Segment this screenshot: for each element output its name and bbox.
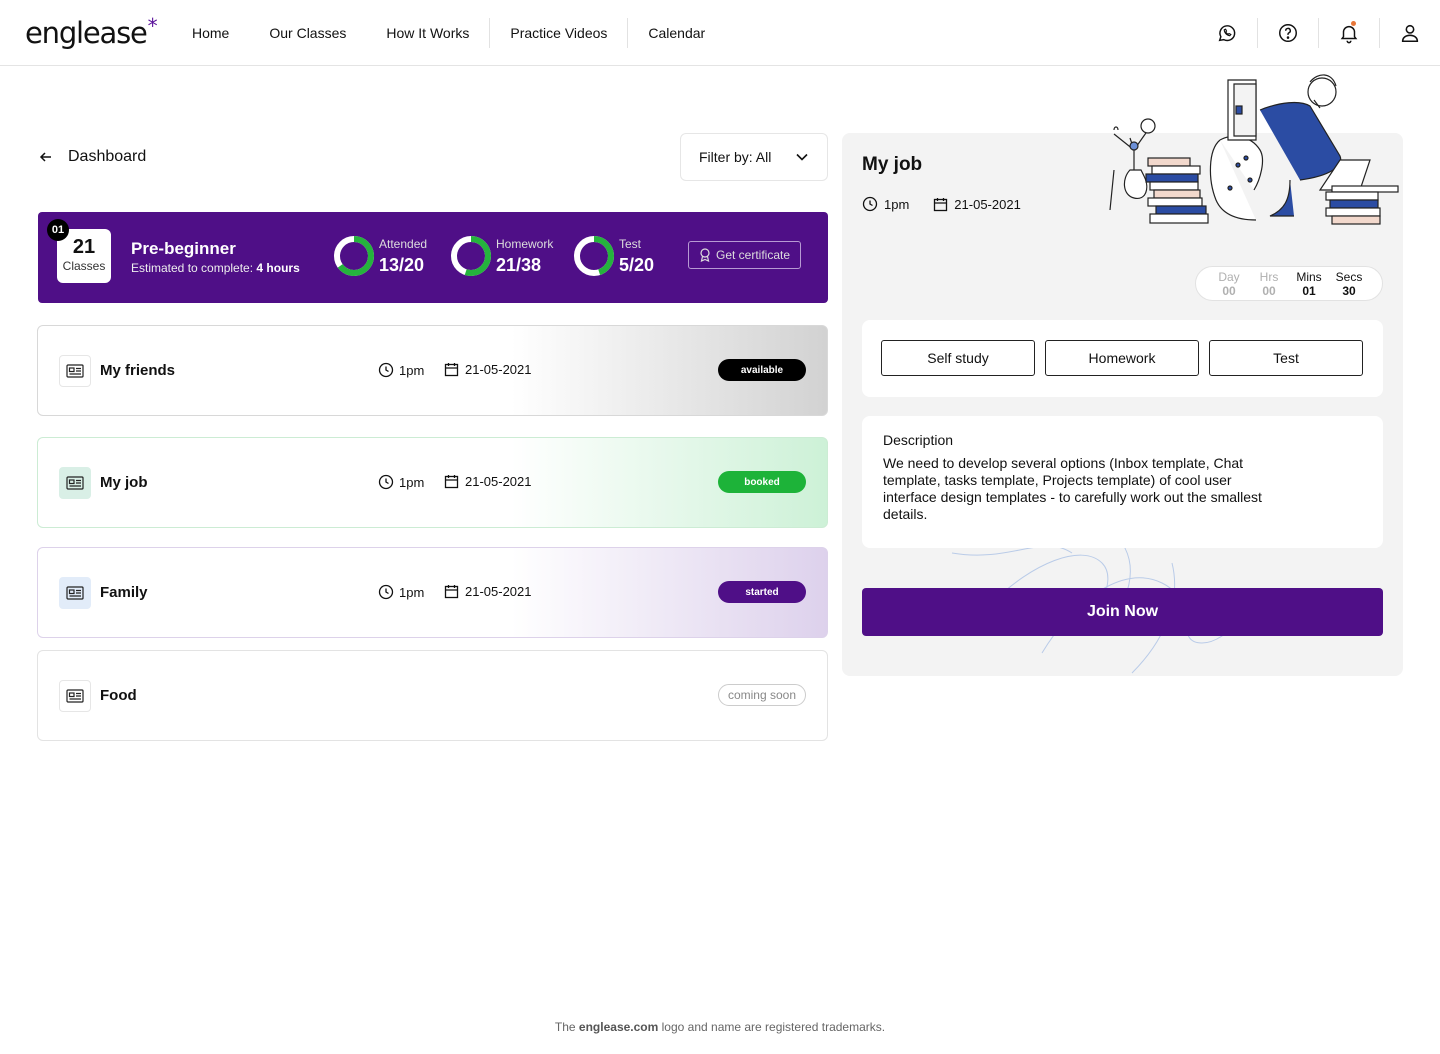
- nav-calendar[interactable]: Calendar: [628, 19, 725, 47]
- status-badge: booked: [718, 471, 806, 493]
- nav-how-it-works[interactable]: How It Works: [366, 19, 489, 47]
- calendar-icon: [934, 197, 948, 211]
- footer-trademark: The englease.com logo and name are regis…: [554, 1020, 886, 1034]
- lesson-row-my-job[interactable]: My job 1pm 21-05-2021 booked: [37, 437, 828, 528]
- activity-tabs: Self study Homework Test: [862, 320, 1383, 397]
- top-navbar: englease* Home Our Classes How It Works …: [0, 0, 1440, 66]
- class-count-label: Classes: [62, 259, 106, 273]
- help-icon[interactable]: [1258, 17, 1318, 49]
- nav-practice-videos[interactable]: Practice Videos: [490, 19, 627, 47]
- status-badge: started: [718, 581, 806, 603]
- description-title: Description: [883, 432, 954, 448]
- clock-icon: [378, 474, 394, 490]
- lesson-row-food[interactable]: Food coming soon: [37, 650, 828, 741]
- status-badge: coming soon: [718, 684, 806, 706]
- main-nav: Home Our Classes How It Works Practice V…: [172, 0, 725, 66]
- lesson-card-icon: [59, 467, 91, 499]
- class-count: 21: [72, 236, 96, 258]
- status-badge: available: [718, 359, 806, 381]
- user-icon[interactable]: [1380, 17, 1440, 49]
- countdown-timer: Day 00 Hrs 00 Mins 01 Secs 30: [1195, 266, 1383, 301]
- course-summary-card: 21 Classes Pre-beginner Estimated to com…: [38, 212, 828, 303]
- detail-date: 21-05-2021: [954, 196, 1021, 212]
- countdown-minutes: Mins 01: [1296, 269, 1322, 298]
- header-actions: [1197, 0, 1440, 66]
- lesson-date: 21-05-2021: [444, 584, 532, 599]
- page-title: Dashboard: [68, 148, 147, 165]
- clock-icon: [862, 196, 878, 212]
- lesson-row-family[interactable]: Family 1pm 21-05-2021 started: [37, 547, 828, 638]
- course-estimate: Estimated to complete: 4 hours: [131, 261, 300, 275]
- notification-dot: [1351, 21, 1356, 26]
- countdown-seconds: Secs 30: [1335, 269, 1363, 298]
- course-number-badge: 01: [47, 219, 69, 241]
- description-card: Description We need to develop several o…: [862, 416, 1383, 548]
- get-certificate-button[interactable]: Get certificate: [688, 241, 801, 269]
- stat-value: 5/20: [619, 255, 655, 275]
- reading-woman-illustration: [1109, 74, 1399, 225]
- award-icon: [700, 248, 710, 262]
- detail-meta: 1pm 21-05-2021: [862, 196, 1021, 212]
- chevron-down-icon: [796, 153, 808, 161]
- nav-our-classes[interactable]: Our Classes: [249, 19, 366, 47]
- calendar-icon: [444, 585, 459, 599]
- filter-label: Filter by: All: [699, 149, 772, 165]
- description-text: We need to develop several options (Inbo…: [883, 455, 1262, 522]
- detail-time: 1pm: [884, 196, 910, 212]
- clock-icon: [378, 362, 394, 378]
- join-now-button[interactable]: Join Now: [862, 588, 1383, 636]
- lesson-name: Family: [100, 584, 148, 601]
- lesson-name: My friends: [100, 362, 176, 379]
- lesson-card-icon: [59, 680, 91, 712]
- englease-logo[interactable]: englease*: [25, 14, 158, 50]
- homework-progress-ring: [451, 236, 491, 276]
- lesson-card-icon: [59, 577, 91, 609]
- stat-value: 13/20: [379, 255, 425, 275]
- lesson-date: 21-05-2021: [444, 474, 532, 489]
- lesson-time: 1pm: [378, 584, 424, 600]
- filter-dropdown[interactable]: Filter by: All: [680, 133, 828, 181]
- countdown-hours: Hrs 00: [1259, 269, 1279, 298]
- test-progress-ring: [574, 236, 614, 276]
- attended-progress-ring: [334, 236, 374, 276]
- calendar-icon: [444, 475, 459, 489]
- nav-home[interactable]: Home: [172, 19, 249, 47]
- lesson-card-icon: [59, 355, 91, 387]
- back-to-dashboard[interactable]: Dashboard: [38, 145, 146, 169]
- arrow-left-icon: [39, 152, 51, 162]
- clock-icon: [378, 584, 394, 600]
- lesson-name: My job: [100, 474, 148, 491]
- detail-title: My job: [862, 154, 923, 175]
- tab-homework[interactable]: Homework: [1045, 340, 1199, 376]
- course-name: Pre-beginner: [131, 239, 236, 258]
- lesson-name: Food: [100, 687, 137, 704]
- stat-value: 21/38: [496, 255, 542, 275]
- stat-label: Homework: [496, 237, 554, 251]
- lesson-time: 1pm: [378, 474, 424, 490]
- stat-label: Test: [619, 237, 642, 251]
- tab-test[interactable]: Test: [1209, 340, 1363, 376]
- calendar-icon: [444, 363, 459, 377]
- footer-site-link[interactable]: englease.com: [579, 1020, 658, 1034]
- tab-self-study[interactable]: Self study: [881, 340, 1035, 376]
- countdown-days: Day 00: [1218, 269, 1240, 298]
- lesson-date: 21-05-2021: [444, 362, 532, 377]
- whatsapp-icon[interactable]: [1197, 17, 1257, 49]
- lesson-time: 1pm: [378, 362, 424, 378]
- lesson-row-my-friends[interactable]: My friends 1pm 21-05-2021 available: [37, 325, 828, 416]
- bell-icon[interactable]: [1319, 17, 1379, 49]
- stat-label: Attended: [379, 237, 428, 251]
